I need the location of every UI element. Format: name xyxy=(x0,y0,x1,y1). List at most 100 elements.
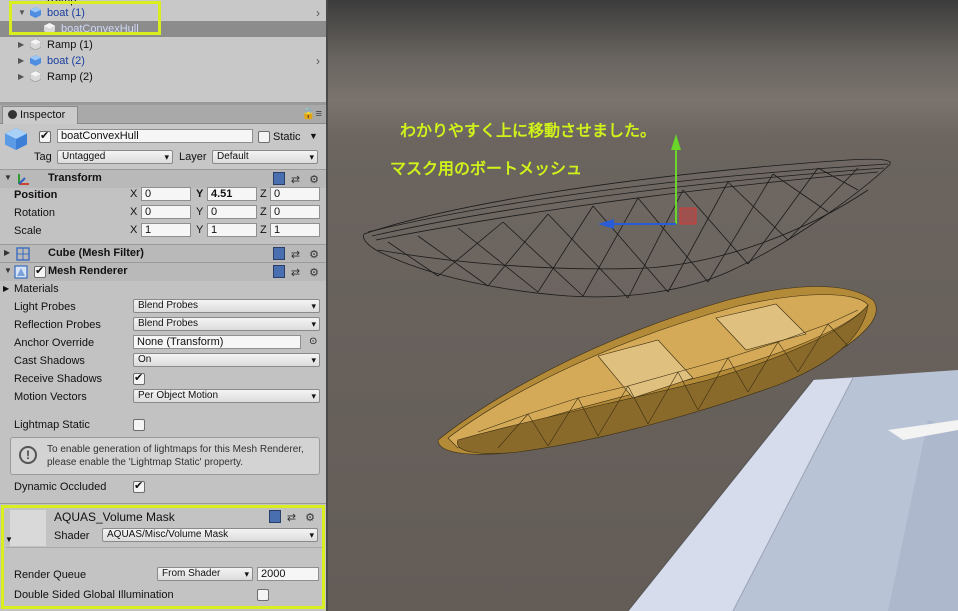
layer-dropdown[interactable]: Default xyxy=(212,150,318,164)
expand-right-icon[interactable]: ▶ xyxy=(18,69,24,85)
position-y-field[interactable]: 4.51 xyxy=(207,187,257,201)
info-line: please enable the 'Lightmap Static' prop… xyxy=(47,457,243,468)
tab-bar: Inspector 🔒≡ xyxy=(0,105,326,124)
reflection-probes-label: Reflection Probes xyxy=(14,319,101,331)
tab-inspector[interactable]: Inspector xyxy=(2,106,78,124)
scale-y-field[interactable]: 1 xyxy=(207,223,257,237)
info-text: To enable generation of lightmaps for th… xyxy=(47,443,317,469)
scene-render xyxy=(363,134,958,611)
expand-down-icon[interactable]: ▼ xyxy=(4,173,12,182)
transform-header[interactable]: ▼ Transform ⇄ ⚙ xyxy=(0,169,326,188)
static-checkbox[interactable] xyxy=(258,131,270,143)
expand-right-icon[interactable]: ▶ xyxy=(18,53,24,69)
lightmap-static-label: Lightmap Static xyxy=(14,419,90,431)
cube-icon xyxy=(30,71,41,82)
lock-menu-icon[interactable]: 🔒≡ xyxy=(302,107,322,120)
dynamic-occluded-checkbox[interactable] xyxy=(133,479,145,493)
component-controls-icon[interactable]: ⇄ ⚙ xyxy=(272,265,322,279)
convex-hull-wireframe xyxy=(363,158,891,299)
scale-x-field[interactable]: 1 xyxy=(141,223,191,237)
anchor-override-field[interactable]: None (Transform) xyxy=(133,335,301,349)
lightmap-info-box: ! To enable generation of lightmaps for … xyxy=(10,437,320,475)
position-z-field[interactable]: 0 xyxy=(270,187,320,201)
expand-right-icon[interactable]: ▶ xyxy=(18,37,24,53)
tag-label: Tag xyxy=(34,151,52,163)
cube-icon xyxy=(5,128,27,150)
expand-right-icon[interactable]: ▶ xyxy=(3,282,9,296)
static-label: Static xyxy=(273,131,301,143)
materials-label: Materials xyxy=(14,283,59,295)
axis-z-label: Z xyxy=(260,188,267,200)
cube-icon xyxy=(30,39,41,50)
axis-y-label: Y xyxy=(196,188,204,200)
axis-x-label: X xyxy=(130,206,138,218)
mesh-renderer-header[interactable]: ▼ Mesh Renderer ⇄ ⚙ xyxy=(0,262,326,281)
chevron-right-icon[interactable]: › xyxy=(316,53,320,69)
transform-icon xyxy=(18,174,29,185)
hierarchy-item-label: Ramp (2) xyxy=(47,71,93,83)
info-icon xyxy=(8,110,17,119)
layer-label: Layer xyxy=(179,151,207,163)
annotation-mask-boat-mesh: マスク用のボートメッシュ xyxy=(390,159,583,178)
static-dropdown-icon[interactable]: ▼ xyxy=(309,129,318,143)
mesh-filter-icon xyxy=(16,247,30,261)
rotation-y-field[interactable]: 0 xyxy=(207,205,257,219)
axis-z-label: Z xyxy=(260,206,267,218)
scene-viewport[interactable]: わかりやすく上に移動させました。 マスク用のボートメッシュ xyxy=(328,0,958,611)
expand-right-icon[interactable]: ▶ xyxy=(4,248,10,257)
scale-z-field[interactable]: 1 xyxy=(270,223,320,237)
axis-x-label: X xyxy=(130,224,138,236)
object-name-field[interactable]: boatConvexHull xyxy=(57,129,253,143)
anchor-override-label: Anchor Override xyxy=(14,337,95,349)
object-picker-icon[interactable]: ⊙ xyxy=(309,335,317,349)
active-checkbox[interactable] xyxy=(39,129,51,143)
highlight-box xyxy=(9,1,161,35)
receive-shadows-label: Receive Shadows xyxy=(14,373,103,385)
cube-icon xyxy=(30,55,41,66)
object-header: boatConvexHull Static ▼ Tag Untagged Lay… xyxy=(0,124,326,170)
component-title: Transform xyxy=(48,172,102,184)
rotation-label: Rotation xyxy=(14,207,55,219)
dynamic-occluded-label: Dynamic Occluded xyxy=(14,481,107,493)
left-panel: Ramp ▼ boat (1) › boatConvexHull ▶ Ramp … xyxy=(0,0,326,611)
cast-shadows-label: Cast Shadows xyxy=(14,355,85,367)
expand-down-icon[interactable]: ▼ xyxy=(4,266,12,275)
reflection-probes-dropdown[interactable]: Blend Probes xyxy=(133,317,320,331)
hierarchy-item-label: boat (2) xyxy=(47,55,85,67)
hierarchy-item-label: Ramp (1) xyxy=(47,39,93,51)
highlight-box xyxy=(1,505,325,609)
axis-y-label: Y xyxy=(196,224,204,236)
rotation-z-field[interactable]: 0 xyxy=(270,205,320,219)
hierarchy-item-boat-2[interactable]: ▶ boat (2) › xyxy=(0,53,326,69)
mesh-renderer-icon xyxy=(14,265,28,279)
cast-shadows-dropdown[interactable]: On xyxy=(133,353,320,367)
light-probes-dropdown[interactable]: Blend Probes xyxy=(133,299,320,313)
lightmap-static-checkbox[interactable] xyxy=(133,419,145,431)
warning-icon: ! xyxy=(19,446,37,464)
motion-vectors-dropdown[interactable]: Per Object Motion xyxy=(133,389,320,403)
annotation-moved-up: わかりやすく上に移動させました。 xyxy=(400,121,657,140)
tab-label: Inspector xyxy=(20,109,66,121)
tag-dropdown[interactable]: Untagged xyxy=(57,150,173,164)
component-title: Mesh Renderer xyxy=(48,265,128,277)
motion-vectors-label: Motion Vectors xyxy=(14,391,87,403)
mesh-filter-header[interactable]: ▶ Cube (Mesh Filter) ⇄ ⚙ xyxy=(0,244,326,263)
component-controls-icon[interactable]: ⇄ ⚙ xyxy=(272,247,322,261)
position-label: Position xyxy=(14,189,58,201)
component-controls-icon[interactable]: ⇄ ⚙ xyxy=(272,172,322,186)
chevron-right-icon[interactable]: › xyxy=(316,5,320,21)
light-probes-label: Light Probes xyxy=(14,301,76,313)
info-line: To enable generation of lightmaps for th… xyxy=(47,444,304,455)
hierarchy-item-ramp-1[interactable]: ▶ Ramp (1) xyxy=(0,37,326,53)
axis-x-label: X xyxy=(130,188,138,200)
rotation-x-field[interactable]: 0 xyxy=(141,205,191,219)
mesh-renderer-enabled-checkbox[interactable] xyxy=(34,264,46,278)
scale-label: Scale xyxy=(14,225,42,237)
axis-z-label: Z xyxy=(260,224,267,236)
receive-shadows-checkbox[interactable] xyxy=(133,371,145,385)
hierarchy-item-ramp-2[interactable]: ▶ Ramp (2) xyxy=(0,69,326,85)
component-title: Cube (Mesh Filter) xyxy=(48,247,144,259)
hierarchy-panel: Ramp ▼ boat (1) › boatConvexHull ▶ Ramp … xyxy=(0,0,326,102)
axis-y-label: Y xyxy=(196,206,204,218)
position-x-field[interactable]: 0 xyxy=(141,187,191,201)
